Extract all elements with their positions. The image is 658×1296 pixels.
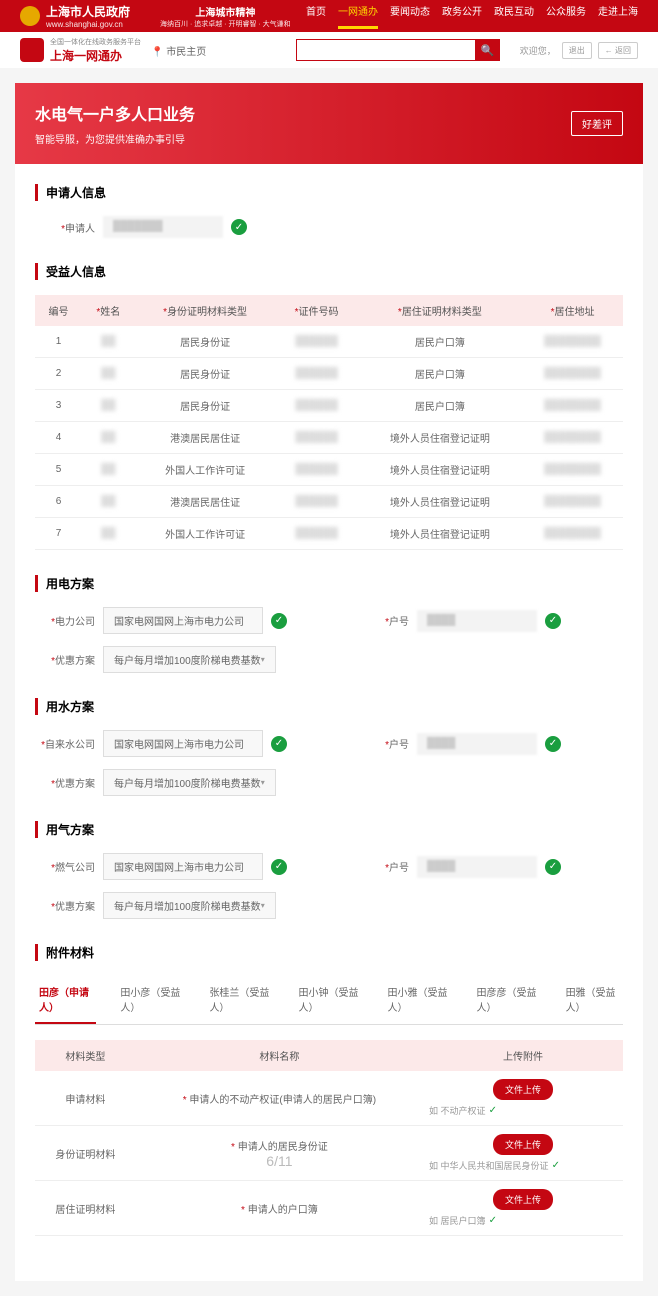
search-input[interactable] — [296, 39, 476, 61]
check-icon: ✓ — [271, 859, 287, 875]
applicant-value: ███████ — [103, 216, 223, 238]
gas-account: ████ — [417, 856, 537, 878]
beneficiary-table: 编号 *姓名 *身份证明材料类型 *证件号码 *居住证明材料类型 *居住地址 1… — [35, 295, 623, 550]
water-company-select[interactable]: 国家电网国网上海市电力公司 — [103, 730, 263, 757]
gov-url: www.shanghai.gov.cn — [46, 20, 130, 29]
gov-header: 上海市人民政府 www.shanghai.gov.cn 上海城市精神 海纳百川 … — [0, 0, 658, 32]
page-subtitle: 智能导服，为您提供准确办事引导 — [35, 131, 195, 146]
upload-button[interactable]: 文件上传 — [493, 1189, 553, 1210]
check-icon: ✓ — [545, 736, 561, 752]
applicant-section: 申请人信息 *申请人 ███████ ✓ — [35, 184, 623, 238]
tab-person[interactable]: 张桂兰（受益人） — [205, 976, 274, 1024]
portal-logo: 全国一体化在线政务服务平台 上海一网通办 — [20, 37, 141, 64]
table-row: 5██外国人工作许可证██████境外人员住宿登记证明████████ — [35, 454, 623, 486]
table-row: 身份证明材料* 申请人的居民身份证6/11文件上传如 中华人民共和国居民身份证 … — [35, 1126, 623, 1181]
table-row: 6██港澳居民居住证██████境外人员住宿登记证明████████ — [35, 486, 623, 518]
water-plan-select[interactable]: 每户每月增加100度阶梯电费基数▾ — [103, 769, 276, 796]
chevron-down-icon: ▾ — [261, 901, 265, 910]
rating-button[interactable]: 好差评 — [571, 111, 623, 136]
water-section: 用水方案 *自来水公司 国家电网国网上海市电力公司 ✓ *户号 ████ ✓ *… — [35, 698, 623, 796]
nav-service[interactable]: 公众服务 — [546, 3, 586, 29]
portal-header: 全国一体化在线政务服务平台 上海一网通办 📍 市民主页 🔍 欢迎您， 退出 ← … — [0, 32, 658, 68]
gov-logo: 上海市人民政府 www.shanghai.gov.cn — [20, 3, 130, 29]
tab-person[interactable]: 田小雅（受益人） — [384, 976, 453, 1024]
attachment-section: 附件材料 田彦（申请人）田小彦（受益人）张桂兰（受益人）田小钟（受益人）田小雅（… — [35, 944, 623, 1236]
tab-person[interactable]: 田彦彦（受益人） — [473, 976, 542, 1024]
electric-section: 用电方案 *电力公司 国家电网国网上海市电力公司 ✓ *户号 ████ ✓ *优… — [35, 575, 623, 673]
page-title: 水电气一户多人口业务 — [35, 101, 195, 125]
table-row: 申请材料* 申请人的不动产权证(申请人的居民户口簿)文件上传如 不动产权证 ✓ — [35, 1071, 623, 1126]
gas-section: 用气方案 *燃气公司 国家电网国网上海市电力公司 ✓ *户号 ████ ✓ *优… — [35, 821, 623, 919]
nav-oneportal[interactable]: 一网通办 — [338, 3, 378, 29]
upload-button[interactable]: 文件上传 — [493, 1134, 553, 1155]
check-icon: ✓ — [271, 613, 287, 629]
table-row: 1██居民身份证██████居民户口簿████████ — [35, 326, 623, 358]
gas-plan-select[interactable]: 每户每月增加100度阶梯电费基数▾ — [103, 892, 276, 919]
check-icon: ✓ — [545, 613, 561, 629]
chevron-down-icon: ▾ — [261, 655, 265, 664]
nav-about[interactable]: 走进上海 — [598, 3, 638, 29]
attachment-table: 材料类型 材料名称 上传附件 申请材料* 申请人的不动产权证(申请人的居民户口簿… — [35, 1040, 623, 1236]
electric-account: ████ — [417, 610, 537, 632]
nav-gov[interactable]: 政务公开 — [442, 3, 482, 29]
page-title-bar: 水电气一户多人口业务 智能导服，为您提供准确办事引导 好差评 — [15, 83, 643, 164]
main-content: 水电气一户多人口业务 智能导服，为您提供准确办事引导 好差评 申请人信息 *申请… — [15, 83, 643, 1281]
check-icon: ✓ — [545, 859, 561, 875]
logout-button[interactable]: 退出 — [562, 42, 592, 59]
location-indicator[interactable]: 📍 市民主页 — [151, 43, 206, 58]
water-account: ████ — [417, 733, 537, 755]
nav-interact[interactable]: 政民互动 — [494, 3, 534, 29]
upload-button[interactable]: 文件上传 — [493, 1079, 553, 1100]
city-spirit: 上海城市精神 海纳百川 · 追求卓越 · 开明睿智 · 大气谦和 — [160, 4, 291, 29]
electric-company-select[interactable]: 国家电网国网上海市电力公司 — [103, 607, 263, 634]
check-icon: ✓ — [271, 736, 287, 752]
chevron-down-icon: ▾ — [261, 778, 265, 787]
table-row: 2██居民身份证██████居民户口簿████████ — [35, 358, 623, 390]
search-button[interactable]: 🔍 — [476, 39, 500, 61]
gov-name: 上海市人民政府 — [46, 3, 130, 20]
user-area: 欢迎您， 退出 ← 返回 — [520, 42, 638, 59]
attachment-tabs: 田彦（申请人） 田小彦（受益人） 张桂兰（受益人） 田小钟（受益人） 田小雅（受益人） 田… — [35, 976, 623, 1025]
electric-plan-select[interactable]: 每户每月增加100度阶梯电费基数▾ — [103, 646, 276, 673]
check-icon: ✓ — [231, 219, 247, 235]
search-box: 🔍 — [296, 39, 500, 61]
table-row: 3██居民身份证██████居民户口簿████████ — [35, 390, 623, 422]
tab-person[interactable]: 田雅（受益人） — [562, 976, 623, 1024]
table-row: 7██外国人工作许可证██████境外人员住宿登记证明████████ — [35, 518, 623, 550]
tab-person[interactable]: 田彦（申请人） — [35, 976, 96, 1024]
tab-person[interactable]: 田小钟（受益人） — [294, 976, 363, 1024]
gas-company-select[interactable]: 国家电网国网上海市电力公司 — [103, 853, 263, 880]
portal-icon — [20, 38, 44, 62]
beneficiary-section: 受益人信息 编号 *姓名 *身份证明材料类型 *证件号码 *居住证明材料类型 *… — [35, 263, 623, 550]
top-nav: 首页 一网通办 要闻动态 政务公开 政民互动 公众服务 走进上海 — [306, 3, 638, 29]
back-button[interactable]: ← 返回 — [598, 42, 638, 59]
tab-person[interactable]: 田小彦（受益人） — [116, 976, 185, 1024]
nav-home[interactable]: 首页 — [306, 3, 326, 29]
nav-news[interactable]: 要闻动态 — [390, 3, 430, 29]
table-row: 居住证明材料* 申请人的户口簿文件上传如 居民户口簿 ✓ — [35, 1181, 623, 1236]
table-row: 4██港澳居民居住证██████境外人员住宿登记证明████████ — [35, 422, 623, 454]
emblem-icon — [20, 6, 40, 26]
